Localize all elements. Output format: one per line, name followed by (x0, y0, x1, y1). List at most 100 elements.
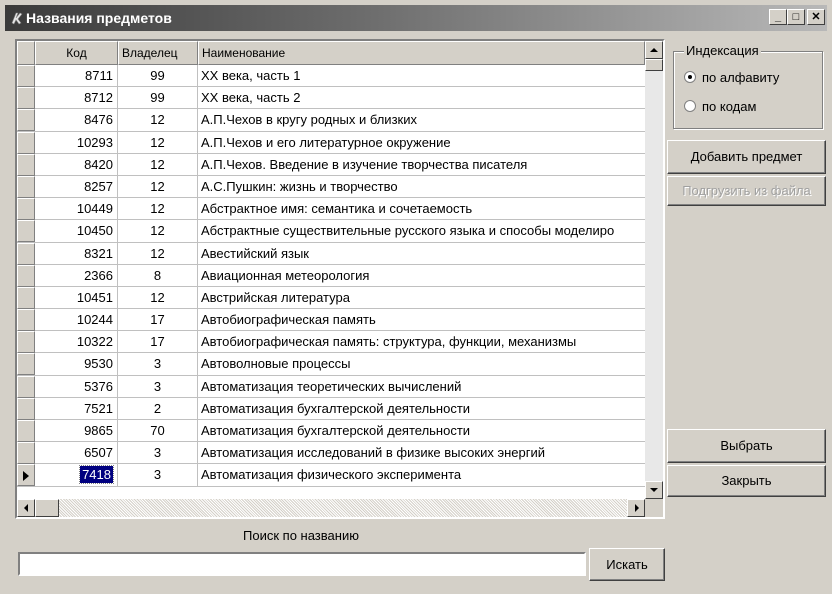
close-window-button[interactable]: ✕ (807, 9, 825, 25)
row-indicator[interactable] (17, 331, 35, 354)
cell-code[interactable]: 7521 (35, 397, 118, 420)
cell-code[interactable]: 10451 (35, 286, 118, 309)
table-row[interactable]: 6507 3 Автоматизация исследований в физике… (17, 442, 645, 465)
radio-alphabetical[interactable]: по алфавиту (684, 70, 779, 85)
horizontal-scrollbar[interactable] (17, 499, 645, 517)
cell-code[interactable]: 9530 (35, 353, 118, 376)
cell-name[interactable]: Автоматизация теоретических вычислений (198, 376, 645, 398)
cell-code[interactable]: 8712 (35, 87, 118, 110)
cell-code[interactable]: 9865 (35, 420, 118, 442)
table-row[interactable]: 2366 8 Авиационная метеорология (17, 264, 645, 287)
cell-name[interactable]: Абстрактные существительные русского язы… (198, 220, 645, 242)
minimize-button[interactable]: _ (769, 9, 787, 25)
close-button[interactable]: Закрыть (667, 465, 826, 497)
cell-code[interactable]: 10244 (35, 309, 118, 332)
row-indicator[interactable] (17, 198, 35, 221)
table-row[interactable]: 7521 2 Автоматизация бухгалтерской деятель… (17, 397, 645, 420)
row-indicator[interactable] (17, 131, 35, 154)
table-row[interactable]: 8476 12 А.П.Чехов в кругу родных и близких (17, 109, 645, 132)
scroll-left-button[interactable] (17, 499, 35, 517)
cell-owner[interactable]: 8 (118, 264, 198, 287)
cell-owner[interactable]: 3 (118, 464, 198, 487)
scroll-down-button[interactable] (645, 481, 663, 499)
cell-name[interactable]: Автоволновые процессы (198, 353, 645, 375)
table-row[interactable]: 9865 70 Автоматизация бухгалтерской деятел… (17, 420, 645, 443)
cell-owner[interactable]: 17 (118, 331, 198, 354)
row-indicator[interactable] (17, 286, 35, 309)
cell-name[interactable]: А.П.Чехов. Введение в изучение творчеств… (198, 154, 645, 176)
table-row[interactable]: 10450 12 Абстрактные существительные русск… (17, 220, 645, 243)
row-indicator[interactable] (17, 153, 35, 176)
cell-owner[interactable]: 3 (118, 375, 198, 398)
cell-owner[interactable]: 70 (118, 420, 198, 442)
row-indicator[interactable] (17, 397, 35, 420)
row-indicator[interactable] (17, 175, 35, 198)
row-indicator[interactable] (17, 375, 35, 398)
row-indicator[interactable] (17, 464, 35, 487)
table-row[interactable]: 8420 12 А.П.Чехов. Введение в изучение тво… (17, 153, 645, 176)
cell-name[interactable]: А.П.Чехов в кругу родных и близких (198, 109, 645, 131)
cell-name[interactable]: Автоматизация бухгалтерской деятельности (198, 420, 645, 442)
cell-owner[interactable]: 12 (118, 220, 198, 243)
column-header-owner[interactable]: Владелец (118, 41, 198, 65)
row-indicator[interactable] (17, 242, 35, 265)
scroll-right-button[interactable] (627, 499, 645, 517)
column-header-code[interactable]: Код (35, 41, 118, 65)
add-subject-button[interactable]: Добавить предмет (667, 140, 826, 174)
cell-name[interactable]: Автоматизация исследований в физике высо… (198, 442, 645, 464)
horizontal-scroll-thumb[interactable] (35, 499, 59, 517)
cell-code[interactable]: 8321 (35, 242, 118, 265)
vertical-scroll-thumb[interactable] (645, 59, 663, 71)
cell-name[interactable]: Авестийский язык (198, 243, 645, 265)
cell-code[interactable]: 8420 (35, 153, 118, 176)
cell-name[interactable]: XX века, часть 2 (198, 87, 645, 109)
search-input[interactable] (18, 552, 586, 576)
cell-code[interactable]: 10293 (35, 131, 118, 154)
cell-code[interactable]: 2366 (35, 264, 118, 287)
search-button[interactable]: Искать (589, 548, 665, 581)
row-indicator[interactable] (17, 109, 35, 132)
cell-name[interactable]: Автобиографическая память (198, 309, 645, 331)
cell-name[interactable]: Авиационная метеорология (198, 265, 645, 287)
cell-owner[interactable]: 2 (118, 397, 198, 420)
cell-name[interactable]: Автоматизация бухгалтерской деятельности (198, 398, 645, 420)
cell-owner[interactable]: 12 (118, 109, 198, 132)
select-button[interactable]: Выбрать (667, 429, 826, 463)
cell-owner[interactable]: 12 (118, 286, 198, 309)
row-indicator[interactable] (17, 309, 35, 332)
cell-owner[interactable]: 3 (118, 442, 198, 465)
cell-code[interactable]: 10450 (35, 220, 118, 243)
column-header-name[interactable]: Наименование (198, 41, 645, 65)
cell-code[interactable]: 5376 (35, 375, 118, 398)
cell-name[interactable]: Австрийская литература (198, 287, 645, 309)
cell-owner[interactable]: 12 (118, 242, 198, 265)
table-row[interactable]: 9530 3 Автоволновые процессы (17, 353, 645, 376)
table-row[interactable]: 8321 12 Авестийский язык (17, 242, 645, 265)
cell-code[interactable]: 7418 (35, 464, 118, 487)
cell-name[interactable]: Автобиографическая память: структура, фу… (198, 331, 645, 353)
maximize-button[interactable]: □ (787, 9, 805, 25)
row-indicator[interactable] (17, 420, 35, 442)
cell-code[interactable]: 6507 (35, 442, 118, 465)
table-row[interactable]: 8712 99 XX века, часть 2 (17, 87, 645, 110)
table-row[interactable]: 10449 12 Абстрактное имя: семантика и соче… (17, 198, 645, 221)
cell-name[interactable]: Автоматизация физического эксперимента (198, 464, 645, 486)
cell-code[interactable]: 8476 (35, 109, 118, 132)
cell-owner[interactable]: 17 (118, 309, 198, 332)
row-indicator[interactable] (17, 264, 35, 287)
table-row[interactable]: 8711 99 XX века, часть 1 (17, 65, 645, 88)
row-indicator[interactable] (17, 87, 35, 110)
table-row[interactable]: 10293 12 А.П.Чехов и его литературное окру… (17, 131, 645, 154)
row-indicator[interactable] (17, 442, 35, 465)
table-row[interactable]: 5376 3 Автоматизация теоретических вычисле… (17, 375, 645, 398)
cell-code[interactable]: 10449 (35, 198, 118, 221)
cell-code[interactable]: 8711 (35, 65, 118, 87)
cell-code[interactable]: 10322 (35, 331, 118, 354)
table-row[interactable]: 10322 17 Автобиографическая память: структ… (17, 331, 645, 354)
table-row-selected[interactable]: 7418 3 Автоматизация физического экспериме… (17, 464, 645, 487)
table-row[interactable]: 10244 17 Автобиографическая память (17, 309, 645, 332)
cell-owner[interactable]: 12 (118, 131, 198, 154)
row-indicator[interactable] (17, 353, 35, 376)
cell-name[interactable]: XX века, часть 1 (198, 65, 645, 87)
cell-owner[interactable]: 99 (118, 65, 198, 87)
